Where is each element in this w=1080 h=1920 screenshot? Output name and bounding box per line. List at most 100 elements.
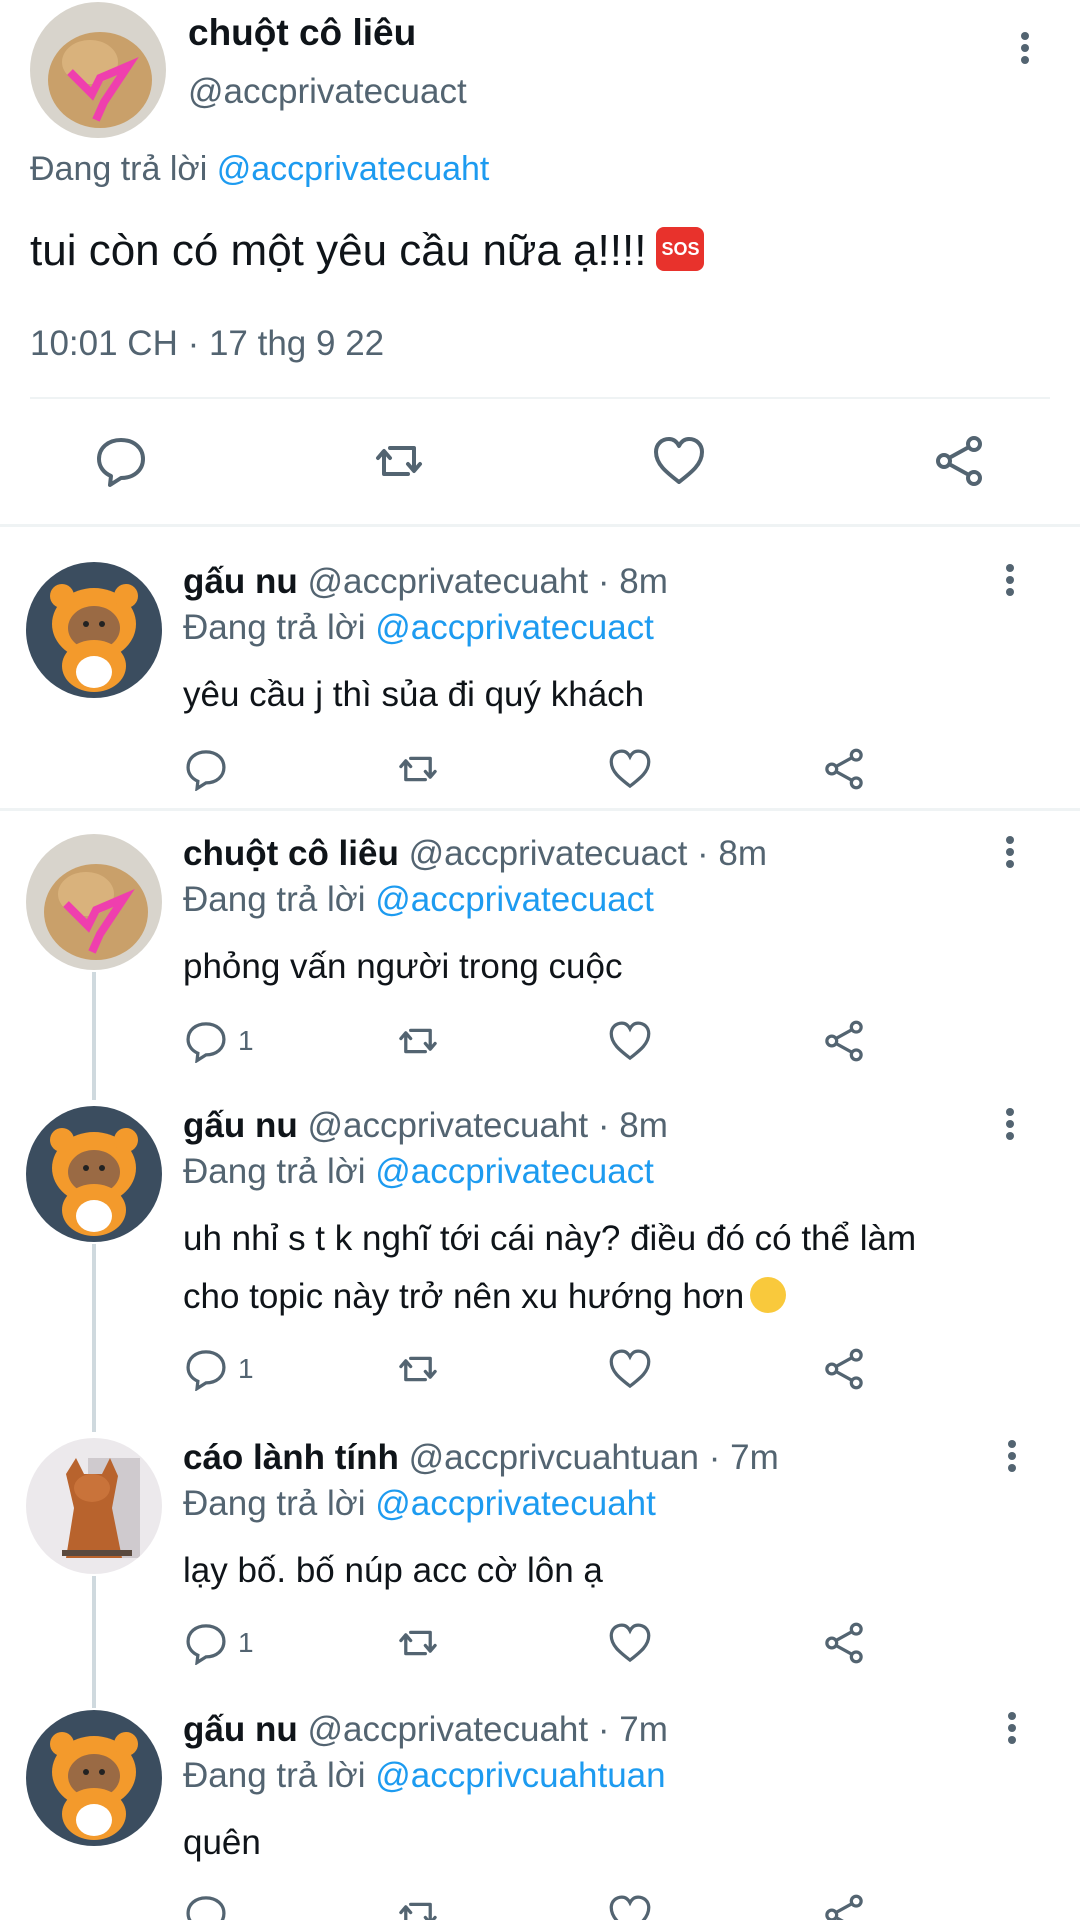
replying-to: Đang trả lời @accprivatecuaht <box>30 150 489 189</box>
retweet-button[interactable] <box>396 1018 440 1064</box>
replying-to: Đang trả lời @accprivatecuact <box>183 608 654 648</box>
replying-to: Đang trả lời @accprivatecuaht <box>183 1484 656 1524</box>
reply-header: gấu nu @accprivatecuaht · 7m <box>183 1710 668 1750</box>
avatar[interactable] <box>26 1106 162 1242</box>
reply-tweet[interactable]: gấu nu @accprivatecuaht · 7m Đang trả lờ… <box>0 1710 1080 1920</box>
more-options-icon[interactable] <box>992 1708 1032 1748</box>
replying-to-prefix: Đang trả lời <box>183 1484 366 1523</box>
heart-icon <box>609 1021 651 1061</box>
reply-text-line-body: cho topic này trở nên xu hướng hơn <box>183 1277 745 1316</box>
more-options-icon[interactable] <box>990 1104 1030 1144</box>
retweet-button[interactable] <box>396 746 440 792</box>
reply-icon <box>186 1350 226 1391</box>
avatar[interactable] <box>26 1438 162 1574</box>
reply-icon <box>186 1896 226 1920</box>
replying-to-prefix: Đang trả lời <box>30 150 208 188</box>
reply-button[interactable] <box>184 1892 238 1920</box>
reply-icon <box>186 1022 226 1063</box>
author-name[interactable]: chuột cô liêu <box>188 12 416 54</box>
reply-text: uh nhỉ s t k nghĩ tới cái này? điều đó c… <box>183 1210 1043 1326</box>
retweet-button[interactable] <box>396 1620 440 1666</box>
reply-text: quên <box>183 1823 261 1862</box>
reply-text-line: uh nhỉ s t k nghĩ tới cái này? điều đó c… <box>183 1219 917 1258</box>
author-name[interactable]: gấu nu <box>183 562 298 601</box>
reply-header: chuột cô liêu @accprivatecuact · 8m <box>183 834 767 874</box>
retweet-icon <box>399 1630 437 1656</box>
reply-icon <box>97 438 145 487</box>
tweet-text: tui còn có một yêu cầu nữa ạ!!!! SOS <box>30 226 705 276</box>
retweet-button[interactable] <box>396 1892 440 1920</box>
timestamp[interactable]: 10:01 CH · 17 thg 9 22 <box>30 324 384 364</box>
avatar[interactable] <box>30 2 166 138</box>
reply-button[interactable]: 1 <box>184 1018 254 1064</box>
author-name[interactable]: chuột cô liêu <box>183 834 399 873</box>
reply-header: cáo lành tính @accprivcuahtuan · 7m <box>183 1438 779 1478</box>
reply-tweet[interactable]: gấu nu @accprivatecuaht · 8m Đang trả lờ… <box>0 1106 1080 1406</box>
reply-text: lạy bố. bố núp acc cờ lôn ạ <box>183 1551 603 1590</box>
share-icon <box>936 436 982 486</box>
author-handle-time[interactable]: @accprivcuahtuan · 7m <box>409 1438 779 1477</box>
share-button[interactable] <box>822 1620 866 1666</box>
reply-header: gấu nu @accprivatecuaht · 8m <box>183 1106 668 1146</box>
replying-to-handle[interactable]: @accprivatecuact <box>375 608 654 647</box>
author-handle-time[interactable]: @accprivatecuaht · 8m <box>307 1106 667 1145</box>
author-name[interactable]: cáo lành tính <box>183 1438 399 1477</box>
action-bar: 1 <box>0 1018 1080 1068</box>
replying-to-handle[interactable]: @accprivatecuaht <box>217 150 490 188</box>
heart-icon <box>654 437 704 484</box>
share-icon <box>825 1020 863 1062</box>
monocle-face-emoji-icon <box>750 1276 787 1313</box>
author-name[interactable]: gấu nu <box>183 1106 298 1145</box>
replying-to: Đang trả lời @accprivatecuact <box>183 1152 654 1192</box>
retweet-button[interactable] <box>396 1346 440 1392</box>
heart-icon <box>609 1895 651 1920</box>
reply-button[interactable] <box>184 746 238 792</box>
share-button[interactable] <box>822 1018 866 1064</box>
author-handle-time[interactable]: @accprivatecuaht · 7m <box>307 1710 667 1749</box>
retweet-icon <box>399 1356 437 1382</box>
reply-button[interactable]: 1 <box>184 1620 254 1666</box>
avatar[interactable] <box>26 562 162 698</box>
more-options-icon[interactable] <box>992 1436 1032 1476</box>
more-options-icon[interactable] <box>990 560 1030 600</box>
action-bar: 1 <box>0 1346 1080 1396</box>
replying-to-handle[interactable]: @accprivatecuact <box>375 880 654 919</box>
reply-tweet[interactable]: gấu nu @accprivatecuaht · 8m Đang trả lờ… <box>0 562 1080 802</box>
more-options-icon[interactable] <box>990 832 1030 872</box>
retweet-button[interactable] <box>372 434 426 488</box>
like-button[interactable] <box>608 1892 652 1920</box>
share-button[interactable] <box>822 1346 866 1392</box>
reply-button[interactable]: 1 <box>184 1346 254 1392</box>
author-name[interactable]: gấu nu <box>183 1710 298 1749</box>
replying-to-prefix: Đang trả lời <box>183 1756 366 1795</box>
retweet-icon <box>376 446 422 476</box>
author-handle-time[interactable]: @accprivatecuact · 8m <box>409 834 767 873</box>
like-button[interactable] <box>608 1346 652 1392</box>
replying-to-handle[interactable]: @accprivatecuaht <box>375 1484 656 1523</box>
like-button[interactable] <box>608 1620 652 1666</box>
avatar[interactable] <box>26 1710 162 1846</box>
like-button[interactable] <box>652 434 706 488</box>
replying-to-prefix: Đang trả lời <box>183 880 366 919</box>
reply-tweet[interactable]: cáo lành tính @accprivcuahtuan · 7m Đang… <box>0 1438 1080 1688</box>
reply-count: 1 <box>238 1025 254 1056</box>
action-bar <box>0 1892 1080 1920</box>
replying-to-handle[interactable]: @accprivcuahtuan <box>375 1756 665 1795</box>
author-handle-time[interactable]: @accprivatecuaht · 8m <box>307 562 667 601</box>
like-button[interactable] <box>608 1018 652 1064</box>
divider <box>0 808 1080 811</box>
reply-icon <box>186 750 226 791</box>
reply-button[interactable] <box>94 434 148 488</box>
share-button[interactable] <box>822 746 866 792</box>
share-icon <box>825 748 863 790</box>
reply-tweet[interactable]: chuột cô liêu @accprivatecuact · 8m Đang… <box>0 834 1080 1084</box>
share-button[interactable] <box>822 1892 866 1920</box>
share-button[interactable] <box>932 434 986 488</box>
replying-to: Đang trả lời @accprivatecuact <box>183 880 654 920</box>
reply-text-line: cho topic này trở nên xu hướng hơn <box>183 1268 1043 1326</box>
like-button[interactable] <box>608 746 652 792</box>
author-handle[interactable]: @accprivatecuact <box>188 72 467 112</box>
more-options-icon[interactable] <box>1005 28 1045 68</box>
replying-to-handle[interactable]: @accprivatecuact <box>375 1152 654 1191</box>
avatar[interactable] <box>26 834 162 970</box>
